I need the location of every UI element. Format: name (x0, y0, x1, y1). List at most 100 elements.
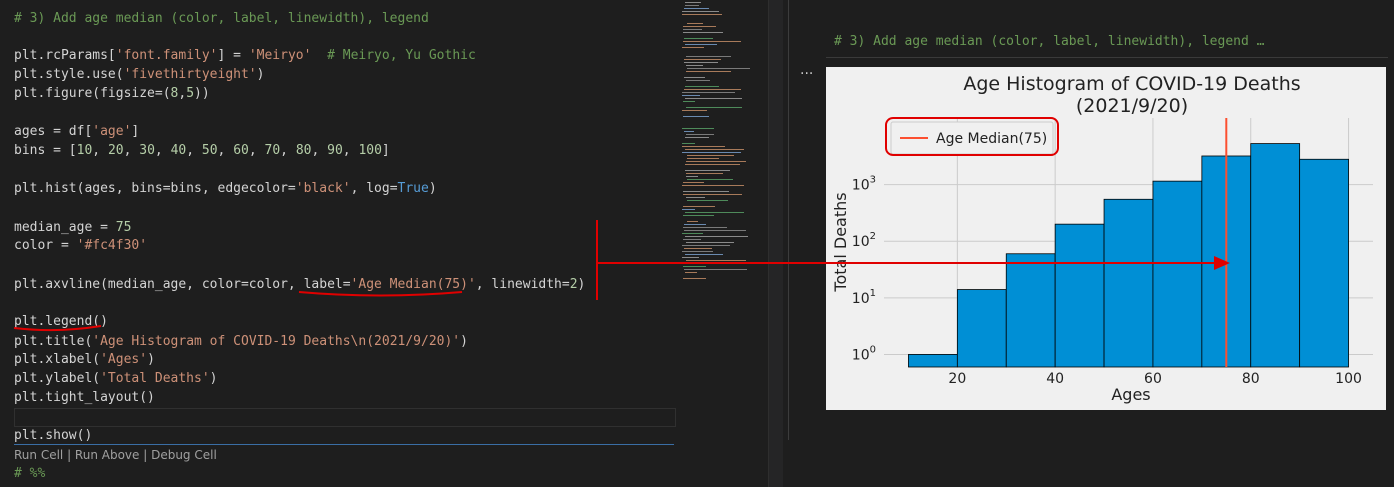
code-token: 'Age Histogram of COVID-19 Deaths\n(2021… (92, 334, 461, 349)
code-line[interactable]: plt.tight_layout() (14, 389, 155, 407)
minimap-line (685, 44, 717, 45)
minimap-line (683, 239, 701, 240)
code-line[interactable]: ages = df['age'] (14, 123, 139, 141)
minimap-line (685, 212, 744, 213)
output-header-divider (826, 57, 1388, 58)
pane-splitter[interactable] (788, 0, 789, 440)
code-token: 40 (170, 143, 187, 158)
code-token: 90 (327, 143, 343, 158)
code-token: True (397, 181, 429, 196)
output-cell-header[interactable]: # 3) Add age median (color, label, linew… (834, 34, 1264, 49)
code-line[interactable]: plt.xlabel('Ages') (14, 351, 155, 369)
code-token: 'Age Median(75)' (350, 277, 476, 292)
minimap-line (683, 116, 709, 117)
editor-scrollbar[interactable] (768, 0, 783, 487)
minimap-line (682, 14, 722, 15)
minimap-line (684, 8, 709, 9)
code-token: 'Ages' (100, 352, 148, 367)
histogram-bar (1299, 158, 1349, 368)
code-line[interactable]: plt.figure(figsize=(8,5)) (14, 85, 210, 103)
minimap-line (683, 278, 706, 279)
code-line[interactable]: plt.axvline(median_age, color=color, lab… (14, 276, 585, 294)
code-line[interactable]: plt.style.use('fivethirtyeight') (14, 66, 264, 84)
minimap-line (686, 176, 698, 177)
code-line[interactable]: plt.show() (14, 427, 92, 445)
minimap-line (684, 38, 713, 39)
code-token: ages = df[ (14, 124, 93, 139)
minimap-line (685, 2, 701, 3)
histogram-bar (908, 354, 958, 368)
minimap[interactable] (678, 0, 768, 487)
code-line[interactable]: bins = [10, 20, 30, 40, 50, 60, 70, 80, … (14, 142, 390, 160)
minimap-line (684, 248, 712, 249)
code-token: 50 (201, 143, 218, 158)
minimap-line (686, 242, 734, 243)
code-token: plt.show() (14, 428, 93, 443)
minimap-line (683, 32, 723, 33)
minimap-line (682, 185, 744, 186)
code-token: 'age' (92, 124, 132, 139)
minimap-line (687, 158, 719, 159)
x-axis-label: Ages (1111, 385, 1150, 404)
minimap-line (686, 161, 746, 162)
minimap-line (687, 179, 733, 180)
minimap-line (685, 254, 723, 255)
minimap-line (686, 65, 703, 66)
code-token: 'Total Deaths' (100, 371, 210, 386)
minimap-line (686, 107, 742, 108)
minimap-line (682, 92, 735, 93)
minimap-line (683, 215, 714, 216)
minimap-line (687, 155, 734, 156)
minimap-line (683, 227, 727, 228)
code-token: 5 (186, 86, 195, 101)
code-token: 20 (107, 143, 124, 158)
code-line[interactable]: plt.rcParams['font.family'] = 'Meiryo' #… (14, 47, 476, 65)
code-token: plt.title( (14, 334, 93, 349)
histogram-bar (1005, 253, 1056, 368)
code-line[interactable]: # 3) Add age median (color, label, linew… (14, 10, 429, 28)
code-token: 10 (76, 143, 93, 158)
code-token: plt.figure(figsize=( (14, 86, 171, 101)
minimap-line (686, 134, 714, 135)
code-line[interactable]: color = '#fc4f30' (14, 237, 147, 255)
code-token: 30 (139, 143, 155, 158)
minimap-line (682, 152, 741, 153)
x-tick-label: 40 (1046, 371, 1064, 387)
minimap-line (687, 68, 750, 69)
minimap-line (686, 173, 723, 174)
code-token: 75 (115, 220, 132, 235)
minimap-line (684, 62, 718, 63)
minimap-line (686, 197, 705, 198)
output-more-icon[interactable]: ... (800, 62, 813, 78)
code-line[interactable]: median_age = 75 (14, 219, 131, 237)
minimap-line (682, 95, 700, 96)
code-token: ) (209, 371, 218, 386)
code-line[interactable]: plt.title('Age Histogram of COVID-19 Dea… (14, 333, 468, 351)
code-token: , (342, 143, 359, 158)
code-line[interactable]: plt.hist(ages, bins=bins, edgecolor='bla… (14, 180, 437, 198)
code-token: , linewidth= (475, 277, 570, 292)
minimap-line (686, 260, 746, 261)
next-cell-marker: # %% (14, 466, 46, 481)
minimap-line (687, 200, 728, 201)
code-line[interactable]: plt.legend() (14, 313, 108, 331)
code-token: ) (256, 67, 265, 82)
minimap-line (682, 209, 695, 210)
code-token: , (248, 143, 265, 158)
histogram-bar (1250, 143, 1301, 368)
cell-divider (14, 444, 674, 445)
histogram-bar (1152, 180, 1203, 368)
code-token: ] (131, 124, 140, 139)
code-line[interactable]: plt.ylabel('Total Deaths') (14, 370, 218, 388)
code-token: 100 (358, 143, 382, 158)
minimap-line (682, 11, 719, 12)
code-token: median_age = (14, 220, 116, 235)
code-token: ] = (217, 48, 249, 63)
y-tick-label: 103 (852, 175, 876, 194)
code-token: bins = [ (14, 143, 77, 158)
code-token: ) (428, 181, 437, 196)
minimap-line (683, 182, 704, 183)
cell-codelens[interactable]: Run Cell | Run Above | Debug Cell (14, 447, 217, 463)
code-token: ) (460, 334, 468, 349)
code-token: 70 (264, 143, 281, 158)
